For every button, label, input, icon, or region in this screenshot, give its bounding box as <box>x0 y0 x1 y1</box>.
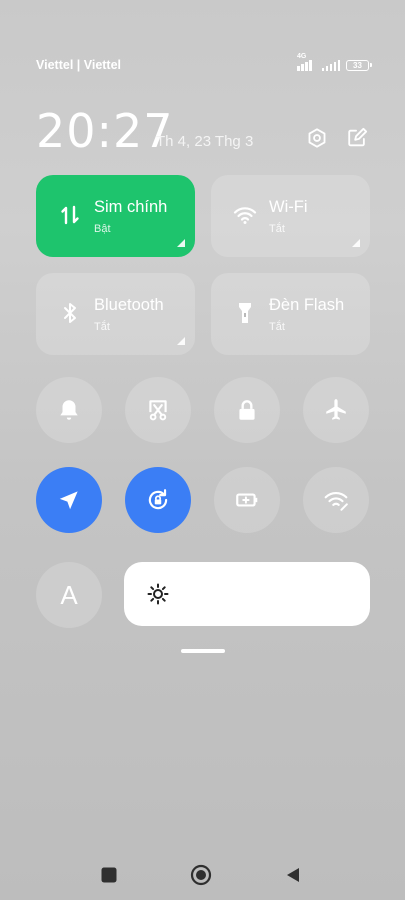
toggle-location[interactable] <box>36 467 102 533</box>
home-button[interactable] <box>190 864 212 886</box>
rotation-lock-icon <box>148 489 168 510</box>
edit-icon[interactable] <box>346 127 368 149</box>
mobile-data-icon <box>61 205 79 225</box>
wifi-icon <box>233 207 257 224</box>
home-icon <box>190 864 212 886</box>
navigation-bar <box>0 860 405 890</box>
toggle-lock[interactable] <box>214 377 280 443</box>
recent-apps-button[interactable] <box>98 864 120 886</box>
brightness-slider[interactable] <box>124 562 370 626</box>
auto-brightness-label: A <box>60 579 78 610</box>
tile-subtitle: Tắt <box>94 321 110 333</box>
toggle-airplane-mode[interactable] <box>303 377 369 443</box>
tile-wifi[interactable]: Wi-Fi Tắt <box>211 175 370 257</box>
signal-icon: 4G <box>297 53 316 71</box>
back-icon <box>287 868 299 882</box>
screenshot-icon <box>149 400 167 421</box>
settings-icon[interactable] <box>306 127 328 149</box>
toggle-battery-saver[interactable] <box>214 467 280 533</box>
expand-corner-icon[interactable] <box>352 239 360 247</box>
wifi-hotspot-icon <box>324 491 348 511</box>
tile-flashlight[interactable]: Đèn Flash Tắt <box>211 273 370 355</box>
expand-corner-icon[interactable] <box>177 337 185 345</box>
bluetooth-icon <box>64 303 76 323</box>
battery-saver-icon <box>236 493 258 507</box>
expand-corner-icon[interactable] <box>177 239 185 247</box>
toggle-screenshot[interactable] <box>125 377 191 443</box>
drag-handle[interactable] <box>181 649 225 653</box>
tile-title: Sim chính <box>94 198 168 216</box>
airplane-icon <box>326 399 346 420</box>
tile-mobile-data[interactable]: Sim chính Bật <box>36 175 195 257</box>
tile-bluetooth[interactable]: Bluetooth Tắt <box>36 273 195 355</box>
tile-title: Wi-Fi <box>269 198 308 216</box>
status-bar: Viettel | Viettel 4G 33 <box>36 53 372 74</box>
toggle-sound[interactable] <box>36 377 102 443</box>
bell-icon <box>60 400 78 420</box>
network-type-label: 4G <box>297 52 307 60</box>
clock-date: Th 4, 23 Thg 3 <box>156 133 254 150</box>
back-button[interactable] <box>282 864 304 886</box>
signal-icon-2 <box>321 59 340 71</box>
status-icons: 4G 33 <box>297 53 372 71</box>
tile-subtitle: Bật <box>94 223 111 235</box>
recent-apps-icon <box>101 867 117 883</box>
header: 20:27 Th 4, 23 Thg 3 <box>36 104 369 158</box>
lock-icon <box>239 400 255 420</box>
battery-level: 33 <box>353 60 362 70</box>
tile-title: Đèn Flash <box>269 296 345 314</box>
sun-icon <box>147 583 169 605</box>
tile-subtitle: Tắt <box>269 321 285 333</box>
tile-subtitle: Tắt <box>269 223 285 235</box>
carrier-label: Viettel | Viettel <box>36 58 122 72</box>
auto-brightness-button[interactable]: A <box>36 562 102 628</box>
clock-time: 20:27 <box>36 104 174 158</box>
toggle-hotspot[interactable] <box>303 467 369 533</box>
battery-icon: 33 <box>346 59 372 71</box>
tile-title: Bluetooth <box>94 296 164 314</box>
toggle-rotation-lock[interactable] <box>125 467 191 533</box>
flashlight-icon <box>239 303 251 323</box>
location-icon <box>59 491 78 510</box>
